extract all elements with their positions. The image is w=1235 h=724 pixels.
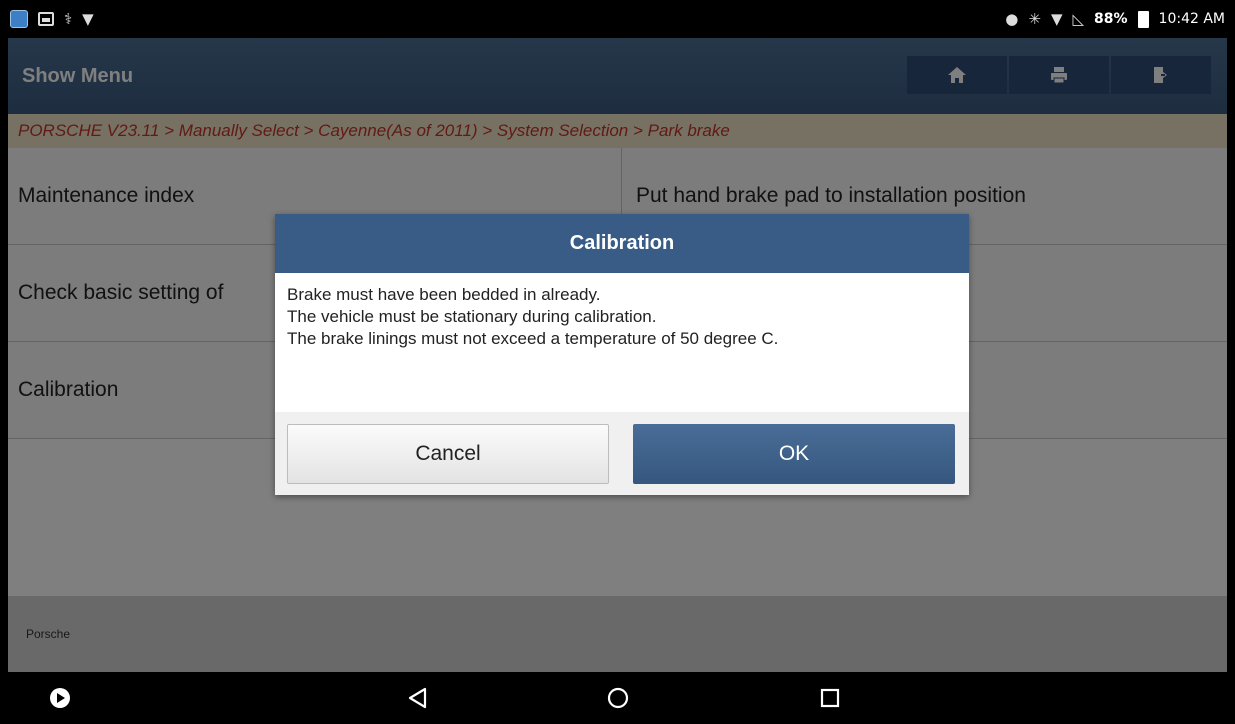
dialog-actions: Cancel OK bbox=[275, 412, 969, 495]
home-nav-button[interactable] bbox=[578, 672, 658, 724]
wifi-question-icon: ▼ bbox=[82, 10, 94, 28]
status-left: ⚕ ▼ bbox=[10, 0, 94, 38]
status-bar: ⚕ ▼ ● ✳ ▼ ◺ 88% 10:42 AM bbox=[0, 0, 1235, 38]
recents-square-icon bbox=[820, 688, 840, 708]
battery-icon bbox=[1137, 10, 1149, 28]
wifi-icon: ▼ bbox=[1050, 10, 1063, 28]
bluetooth-icon: ✳ bbox=[1028, 10, 1041, 28]
play-circle-icon bbox=[50, 688, 70, 708]
calibration-dialog: Calibration Brake must have been bedded … bbox=[275, 214, 969, 495]
image-notification-icon bbox=[38, 12, 54, 26]
battery-percent: 88% bbox=[1094, 11, 1128, 27]
ok-button[interactable]: OK bbox=[633, 424, 955, 484]
location-icon: ● bbox=[1005, 10, 1019, 28]
assistant-button[interactable] bbox=[20, 672, 100, 724]
dialog-message: Brake must have been bedded in already. … bbox=[275, 273, 969, 412]
dialog-line-2: The vehicle must be stationary during ca… bbox=[287, 307, 657, 326]
dialog-line-3: The brake linings must not exceed a temp… bbox=[287, 329, 779, 348]
dialog-line-1: Brake must have been bedded in already. bbox=[287, 285, 601, 304]
clock: 10:42 AM bbox=[1158, 11, 1225, 27]
recents-button[interactable] bbox=[790, 672, 870, 724]
dialog-title: Calibration bbox=[275, 214, 969, 273]
stethoscope-icon: ⚕ bbox=[64, 10, 73, 28]
status-right: ● ✳ ▼ ◺ 88% 10:42 AM bbox=[1005, 0, 1225, 38]
home-circle-icon bbox=[607, 687, 629, 709]
system-nav-bar bbox=[0, 672, 1235, 724]
app-notification-icon bbox=[10, 10, 28, 28]
back-triangle-icon bbox=[408, 687, 427, 709]
cancel-button[interactable]: Cancel bbox=[287, 424, 609, 484]
no-signal-icon: ◺ bbox=[1072, 10, 1085, 28]
back-button[interactable] bbox=[378, 672, 458, 724]
